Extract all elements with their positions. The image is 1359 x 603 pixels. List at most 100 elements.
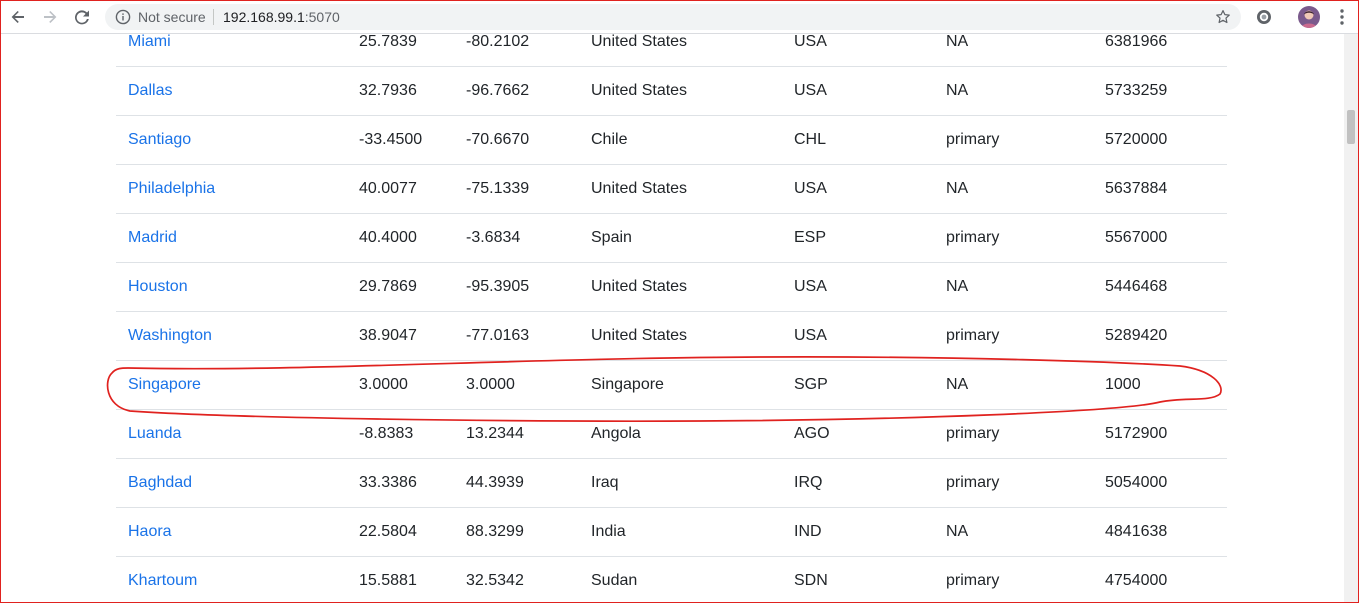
table-cell-capital: NA xyxy=(946,82,969,99)
city-link[interactable]: Baghdad xyxy=(128,459,192,507)
address-bar[interactable]: Not secure 192.168.99.1:5070 xyxy=(105,4,1241,30)
table-cell-lat: 38.9047 xyxy=(359,327,417,344)
table-cell-iso3: IND xyxy=(794,523,822,540)
table-cell-capital: NA xyxy=(946,180,969,197)
table-cell-iso3: USA xyxy=(794,278,827,295)
table-cell-iso3: USA xyxy=(794,327,827,344)
table-cell-country: Spain xyxy=(591,229,632,246)
url-port: :5070 xyxy=(304,9,340,25)
table-cell-iso3: CHL xyxy=(794,131,827,148)
table-cell-capital: primary xyxy=(946,425,1000,442)
table-cell-lng: -3.6834 xyxy=(466,229,521,246)
table-cell-lat: 25.7839 xyxy=(359,34,417,50)
security-label[interactable]: Not secure xyxy=(138,8,206,26)
table-cell-country: United States xyxy=(591,34,688,50)
table-cell-iso3: USA xyxy=(794,180,827,197)
table-cell-population: 4754000 xyxy=(1105,572,1168,589)
back-button[interactable] xyxy=(6,5,30,29)
table-cell-lng: 88.3299 xyxy=(466,523,524,540)
city-link[interactable]: Luanda xyxy=(128,410,181,458)
table-cell-lng: -96.7662 xyxy=(466,82,530,99)
reload-icon xyxy=(74,10,89,25)
city-link[interactable]: Haora xyxy=(128,508,172,556)
city-link[interactable]: Madrid xyxy=(128,214,177,262)
table-row: Haora 22.5804 88.3299 India IND NA 4841638 xyxy=(116,508,1227,557)
city-link[interactable]: Khartoum xyxy=(128,557,197,602)
table-cell-lng: 13.2344 xyxy=(466,425,524,442)
table-row: Khartoum 15.5881 32.5342 Sudan SDN primary 475… xyxy=(116,557,1227,602)
extension-icon[interactable] xyxy=(1255,8,1273,26)
cities-table: Miami 25.7839 -80.2102 United States USA NA 63… xyxy=(116,34,1227,602)
table-cell-lat: 15.5881 xyxy=(359,572,417,589)
table-cell-country: India xyxy=(591,523,626,540)
table-cell-capital: NA xyxy=(946,376,969,393)
table-cell-capital: primary xyxy=(946,474,1000,491)
info-icon[interactable] xyxy=(115,9,131,25)
table-cell-population: 5172900 xyxy=(1105,425,1168,442)
table-row: Miami 25.7839 -80.2102 United States USA NA 63… xyxy=(116,34,1227,67)
table-cell-iso3: USA xyxy=(794,82,827,99)
table-cell-country: United States xyxy=(591,82,688,99)
forward-button[interactable] xyxy=(38,5,62,29)
table-cell-country: United States xyxy=(591,180,688,197)
kebab-menu-icon[interactable] xyxy=(1333,7,1351,27)
table-row: Houston 29.7869 -95.3905 United States USA NA… xyxy=(116,263,1227,312)
table-row: Madrid 40.4000 -3.6834 Spain ESP primary 55670… xyxy=(116,214,1227,263)
table-cell-country: Iraq xyxy=(591,474,619,491)
table-cell-iso3: SGP xyxy=(794,376,828,393)
table-cell-lat: -33.4500 xyxy=(359,131,423,148)
table-cell-population: 5733259 xyxy=(1105,82,1168,99)
table-cell-population: 5446468 xyxy=(1105,278,1168,295)
table-cell-lat: -8.8383 xyxy=(359,425,414,442)
table-cell-capital: primary xyxy=(946,229,1000,246)
page-content: Miami 25.7839 -80.2102 United States USA NA 63… xyxy=(1,34,1344,602)
table-cell-population: 5289420 xyxy=(1105,327,1168,344)
city-link[interactable]: Miami xyxy=(128,34,171,66)
city-link[interactable]: Washington xyxy=(128,312,212,360)
avatar[interactable] xyxy=(1298,6,1320,28)
table-cell-lng: -75.1339 xyxy=(466,180,530,197)
table-cell-lat: 32.7936 xyxy=(359,82,417,99)
table-cell-iso3: AGO xyxy=(794,425,830,442)
city-link[interactable]: Philadelphia xyxy=(128,165,215,213)
table-cell-lng: -95.3905 xyxy=(466,278,530,295)
table-cell-capital: primary xyxy=(946,572,1000,589)
star-icon[interactable] xyxy=(1215,9,1231,25)
table-cell-lat: 33.3386 xyxy=(359,474,417,491)
table-cell-country: Singapore xyxy=(591,376,664,393)
scrollbar-thumb[interactable] xyxy=(1347,110,1355,144)
arrow-left-icon xyxy=(11,11,24,23)
city-link[interactable]: Dallas xyxy=(128,67,172,115)
scrollbar[interactable] xyxy=(1344,34,1358,602)
table-cell-lng: -70.6670 xyxy=(466,131,530,148)
table-cell-population: 6381966 xyxy=(1105,34,1168,50)
city-link[interactable]: Santiago xyxy=(128,116,191,164)
reload-button[interactable] xyxy=(70,5,94,29)
table-cell-lng: 44.3939 xyxy=(466,474,524,491)
table-cell-capital: NA xyxy=(946,34,969,50)
table-cell-lat: 40.4000 xyxy=(359,229,417,246)
table-cell-country: United States xyxy=(591,327,688,344)
table-cell-capital: primary xyxy=(946,327,1000,344)
url-text[interactable]: 192.168.99.1:5070 xyxy=(223,8,340,26)
table-cell-country: Angola xyxy=(591,425,641,442)
table-cell-lat: 3.0000 xyxy=(359,376,408,393)
table-cell-population: 4841638 xyxy=(1105,523,1168,540)
table-cell-lng: -77.0163 xyxy=(466,327,530,344)
table-cell-lng: 3.0000 xyxy=(466,376,515,393)
table-cell-iso3: USA xyxy=(794,34,827,50)
table-cell-capital: primary xyxy=(946,131,1000,148)
table-cell-iso3: IRQ xyxy=(794,474,823,491)
table-cell-iso3: ESP xyxy=(794,229,827,246)
table-row: Washington 38.9047 -77.0163 United States US… xyxy=(116,312,1227,361)
city-link[interactable]: Singapore xyxy=(128,361,201,409)
city-link[interactable]: Houston xyxy=(128,263,188,311)
table-row: Luanda -8.8383 13.2344 Angola AGO primary 5172… xyxy=(116,410,1227,459)
table-cell-country: Chile xyxy=(591,131,628,148)
table-row: Philadelphia 40.0077 -75.1339 United States… xyxy=(116,165,1227,214)
table-cell-population: 5720000 xyxy=(1105,131,1168,148)
omnibox-divider xyxy=(213,9,214,25)
browser-toolbar: Not secure 192.168.99.1:5070 xyxy=(1,1,1358,34)
table-cell-population: 5567000 xyxy=(1105,229,1168,246)
url-host: 192.168.99.1 xyxy=(223,9,305,25)
